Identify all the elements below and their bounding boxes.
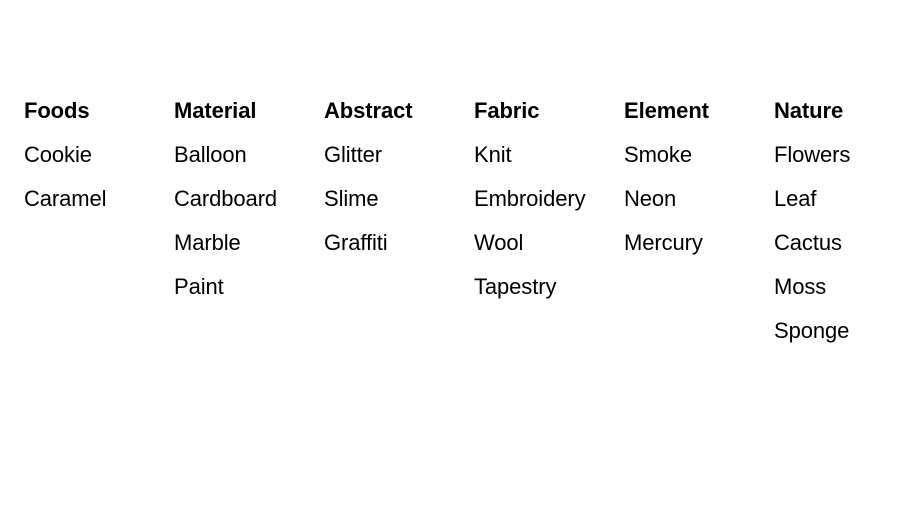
list-item: Tapestry [474,274,557,299]
category-column-abstract: Abstract Glitter Slime Graffiti [324,99,474,255]
list-item: Slime [324,186,379,211]
column-header-abstract: Abstract [324,98,413,123]
list-item: Glitter [324,142,382,167]
list-item: Smoke [624,142,692,167]
category-column-nature: Nature Flowers Leaf Cactus Moss Sponge [774,99,900,343]
list-item: Balloon [174,142,247,167]
list-item: Sponge [774,318,850,343]
list-item: Neon [624,186,677,211]
list-item: Paint [174,274,224,299]
category-column-fabric: Fabric Knit Embroidery Wool Tapestry [474,99,624,299]
list-item: Caramel [24,186,107,211]
column-header-fabric: Fabric [474,98,540,123]
column-header-nature: Nature [774,98,844,123]
list-item: Flowers [774,142,851,167]
list-item: Wool [474,230,524,255]
category-column-material: Material Balloon Cardboard Marble Paint [174,99,324,299]
list-item: Leaf [774,186,817,211]
column-header-material: Material [174,98,257,123]
category-column-foods: Foods Cookie Caramel [24,99,174,211]
list-item: Mercury [624,230,703,255]
category-columns: Foods Cookie Caramel Material Balloon Ca… [24,99,900,343]
list-item: Knit [474,142,512,167]
list-item: Marble [174,230,241,255]
word-list-board: Foods Cookie Caramel Material Balloon Ca… [0,0,900,506]
column-header-element: Element [624,98,709,123]
list-item: Cardboard [174,186,278,211]
column-header-foods: Foods [24,98,90,123]
list-item: Cookie [24,142,92,167]
list-item: Embroidery [474,186,586,211]
category-column-element: Element Smoke Neon Mercury [624,99,774,255]
list-item: Cactus [774,230,842,255]
list-item: Graffiti [324,230,388,255]
list-item: Moss [774,274,827,299]
